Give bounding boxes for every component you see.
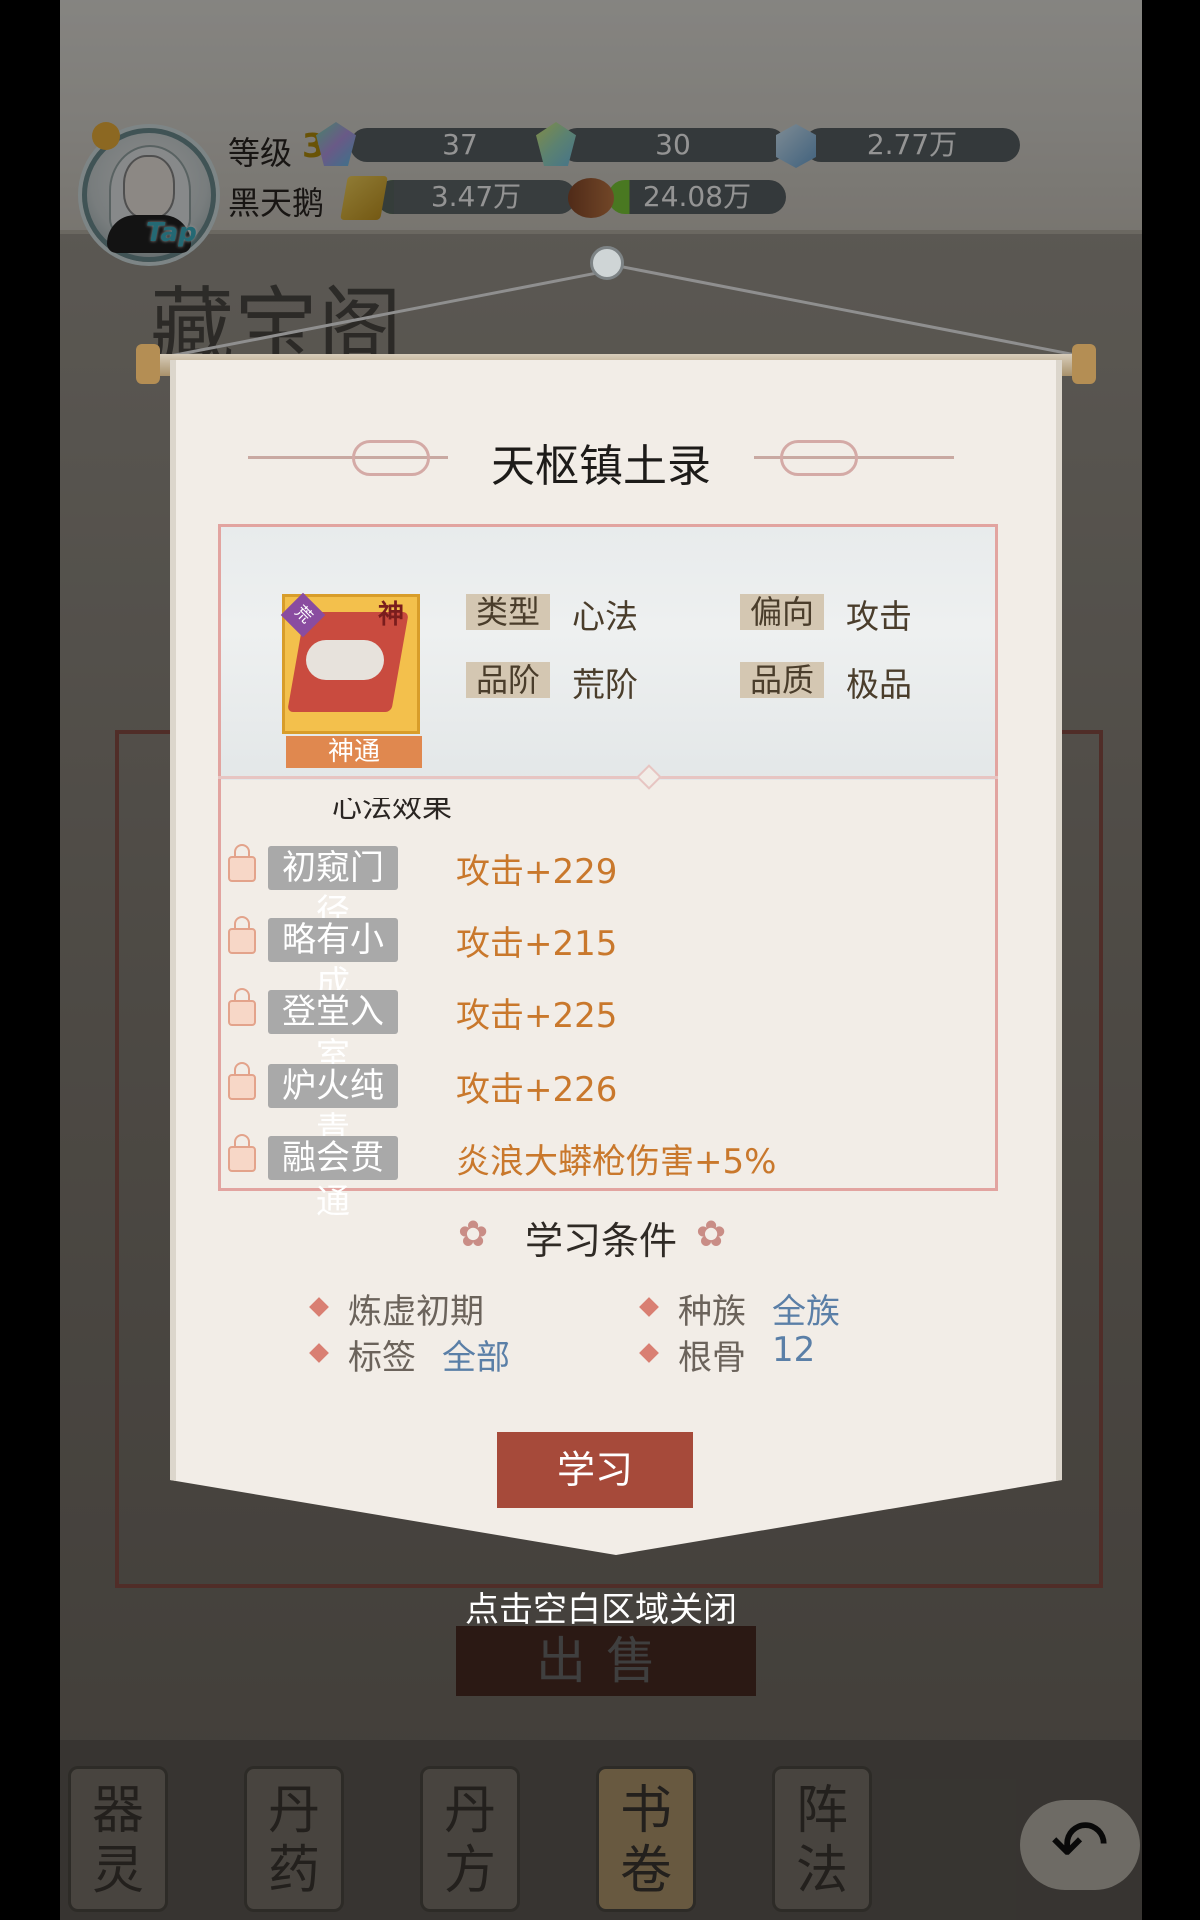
condition-realm: 炼虚初期 <box>348 1292 484 1332</box>
god-badge: 神 <box>378 600 405 630</box>
effect-value-2: 攻击+215 <box>456 924 618 964</box>
effect-value-1: 攻击+229 <box>456 852 618 892</box>
effect-stage-4: 炉火纯青 <box>268 1064 398 1150</box>
condition-race-label: 种族 <box>678 1292 746 1332</box>
attr-bias-label: 偏向 <box>740 594 825 630</box>
effect-value-4: 攻击+226 <box>456 1070 618 1110</box>
effect-value-5: 炎浪大蟒枪伤害+5% <box>456 1142 777 1182</box>
condition-bone-label: 根骨 <box>678 1338 746 1378</box>
attr-type-label: 类型 <box>466 594 551 630</box>
attr-quality-value: 极品 <box>846 665 912 704</box>
attr-type-value: 心法 <box>572 597 638 636</box>
hanging-knob <box>590 246 624 280</box>
condition-tag-label: 标签 <box>348 1338 416 1378</box>
effects-header: 心法效果 <box>332 798 452 822</box>
lock-icon <box>228 916 256 954</box>
condition-race-value: 全族 <box>772 1292 840 1332</box>
attr-tier-value: 荒阶 <box>572 665 638 704</box>
conditions-title: 学习条件 <box>524 1219 677 1263</box>
item-category-tag: 神通 <box>286 736 422 768</box>
effect-stage-3: 登堂入室 <box>268 990 398 1076</box>
lock-icon <box>228 844 256 882</box>
condition-tag-value: 全部 <box>442 1338 510 1378</box>
attr-quality-label: 品质 <box>740 662 825 698</box>
lock-icon <box>228 988 256 1026</box>
dialog-title: 天枢镇土录 <box>491 441 711 492</box>
rod-cap-left <box>136 344 160 384</box>
game-screen: Tap 等级 34 黑天鹅 37 + 30 2.77万 3.47万 24.08万… <box>60 0 1142 1920</box>
condition-bone-value: 12 <box>772 1330 816 1370</box>
book-seal-icon <box>306 640 384 680</box>
attr-tier-label: 品阶 <box>466 662 551 698</box>
effect-stage-1: 初窥门径 <box>268 846 398 932</box>
lock-icon <box>228 1134 256 1172</box>
flower-icon: ✿ <box>696 1214 727 1255</box>
section-divider <box>218 776 998 779</box>
attr-bias-value: 攻击 <box>846 597 912 636</box>
close-hint: 点击空白区域关闭 <box>465 1590 737 1630</box>
effect-stage-5: 融会贯通 <box>268 1136 398 1222</box>
rod-cap-right <box>1072 344 1096 384</box>
lock-icon <box>228 1062 256 1100</box>
effect-value-3: 攻击+225 <box>456 996 618 1036</box>
learn-button[interactable]: 学习 <box>497 1432 693 1508</box>
effect-stage-2: 略有小成 <box>268 918 398 1004</box>
